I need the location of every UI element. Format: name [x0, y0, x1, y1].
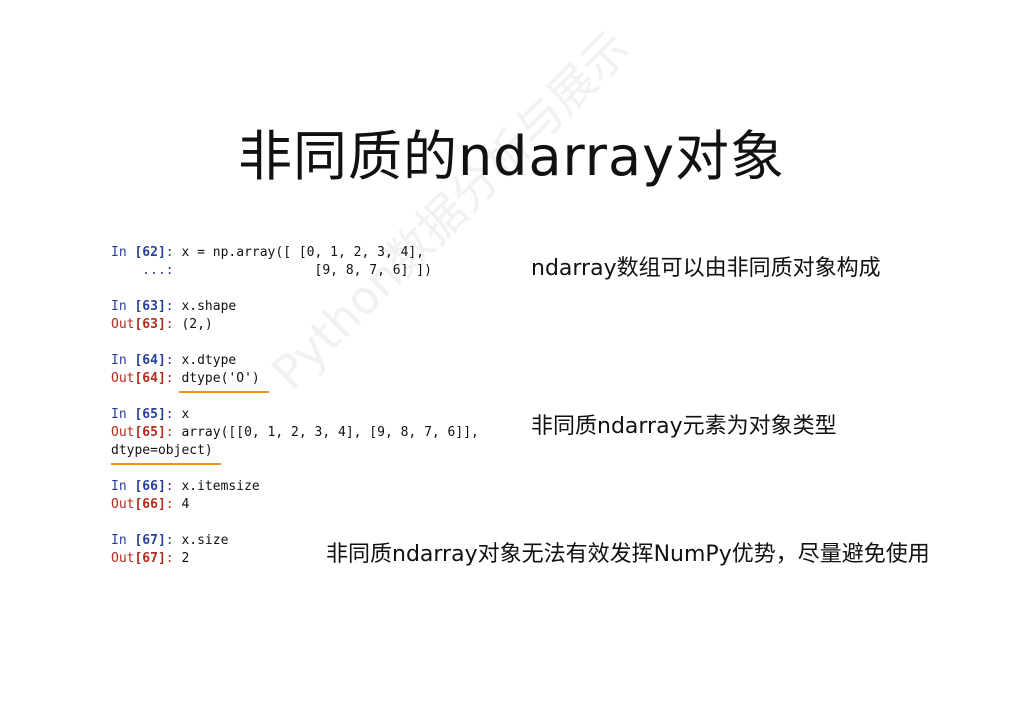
slide: Python数据分析与展示 非同质的ndarray对象 In [62]: x =…: [0, 0, 1023, 720]
code-cell-62: In [62]: x = np.array([ [0, 1, 2, 3, 4],…: [111, 245, 432, 278]
code-cell-65: In [65]: x Out[65]: array([[0, 1, 2, 3, …: [111, 407, 479, 458]
code-output: dtype('O'): [181, 371, 260, 386]
note-avoid-usage: 非同质ndarray对象无法有效发挥NumPy优势，尽量避免使用: [326, 542, 930, 567]
code-input: x.shape: [181, 299, 237, 314]
code-input: x.dtype: [181, 353, 237, 368]
code-cell-64: In [64]: x.dtype Out[64]: dtype('O'): [111, 353, 260, 386]
highlight-underline: [111, 463, 221, 465]
watermark: Python数据分析与展示: [261, 20, 640, 400]
code-output: 4: [181, 497, 190, 512]
code-cell-66: In [66]: x.itemsize Out[66]: 4: [111, 479, 260, 512]
code-input: x: [181, 407, 190, 422]
code-input: x.itemsize: [181, 479, 260, 494]
code-input: x.size: [181, 533, 229, 548]
slide-title: 非同质的ndarray对象: [237, 125, 786, 188]
code-input-continuation: [9, 8, 7, 6] ]): [181, 263, 432, 278]
code-input: x = np.array([ [0, 1, 2, 3, 4],: [181, 245, 425, 260]
code-cell-63: In [63]: x.shape Out[63]: (2,): [111, 299, 237, 332]
code-output: 2: [181, 551, 190, 566]
code-output-continuation: dtype=object): [111, 443, 213, 458]
highlight-underline: [179, 391, 269, 393]
note-heterogeneous-composition: ndarray数组可以由非同质对象构成: [531, 256, 881, 281]
code-output: array([[0, 1, 2, 3, 4], [9, 8, 7, 6]],: [181, 425, 479, 440]
code-output: (2,): [181, 317, 213, 332]
note-element-type: 非同质ndarray元素为对象类型: [531, 414, 837, 439]
code-cell-67: In [67]: x.size Out[67]: 2: [111, 533, 229, 566]
